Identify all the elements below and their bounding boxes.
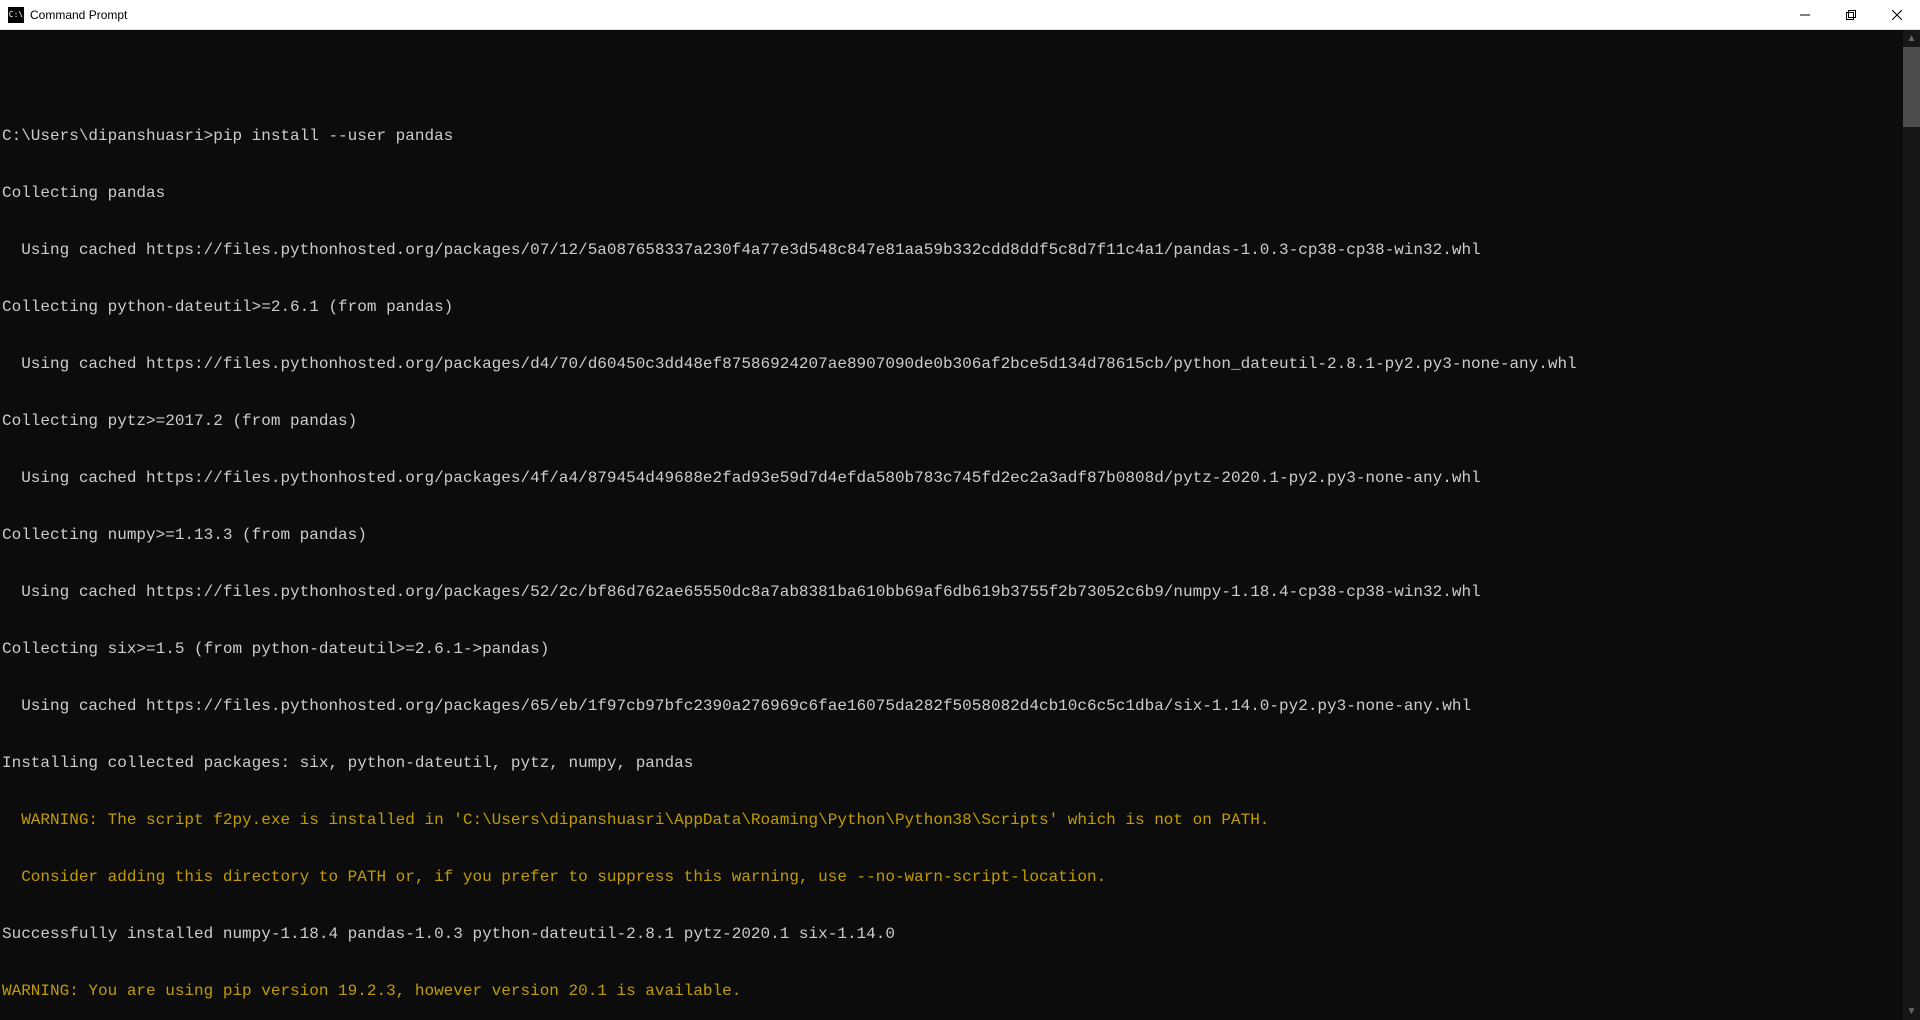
output-line: Using cached https://files.pythonhosted.… [2, 241, 1903, 260]
output-line: Using cached https://files.pythonhosted.… [2, 697, 1903, 716]
output-line: Using cached https://files.pythonhosted.… [2, 355, 1903, 374]
terminal-output[interactable]: C:\Users\dipanshuasri>pip install --user… [0, 30, 1903, 1020]
console-wrap: C:\Users\dipanshuasri>pip install --user… [0, 30, 1920, 1020]
scroll-down-icon[interactable]: ▼ [1903, 1003, 1920, 1020]
output-line: Using cached https://files.pythonhosted.… [2, 469, 1903, 488]
warning-line: Consider adding this directory to PATH o… [2, 868, 1903, 887]
output-line: Collecting six>=1.5 (from python-dateuti… [2, 640, 1903, 659]
warning-line: WARNING: The script f2py.exe is installe… [2, 811, 1903, 830]
command-line: C:\Users\dipanshuasri>pip install --user… [2, 127, 1903, 146]
close-button[interactable] [1874, 0, 1920, 30]
success-line: Successfully installed numpy-1.18.4 pand… [2, 925, 1903, 944]
output-line: Using cached https://files.pythonhosted.… [2, 583, 1903, 602]
minimize-button[interactable] [1782, 0, 1828, 30]
maximize-button[interactable] [1828, 0, 1874, 30]
scroll-thumb[interactable] [1903, 47, 1920, 127]
window-title: Command Prompt [30, 8, 1782, 22]
window-controls [1782, 0, 1920, 30]
prompt: C:\Users\dipanshuasri> [2, 127, 213, 145]
scroll-up-icon[interactable]: ▲ [1903, 30, 1920, 47]
output-line: Collecting python-dateutil>=2.6.1 (from … [2, 298, 1903, 317]
output-line: Collecting pytz>=2017.2 (from pandas) [2, 412, 1903, 431]
scrollbar[interactable]: ▲ ▼ [1903, 30, 1920, 1020]
title-bar: C:\ Command Prompt [0, 0, 1920, 30]
output-line: Collecting numpy>=1.13.3 (from pandas) [2, 526, 1903, 545]
warning-line: WARNING: You are using pip version 19.2.… [2, 982, 1903, 1001]
entered-command: pip install --user pandas [213, 127, 453, 145]
output-line: Collecting pandas [2, 184, 1903, 203]
cmd-icon: C:\ [8, 7, 24, 23]
output-line: Installing collected packages: six, pyth… [2, 754, 1903, 773]
